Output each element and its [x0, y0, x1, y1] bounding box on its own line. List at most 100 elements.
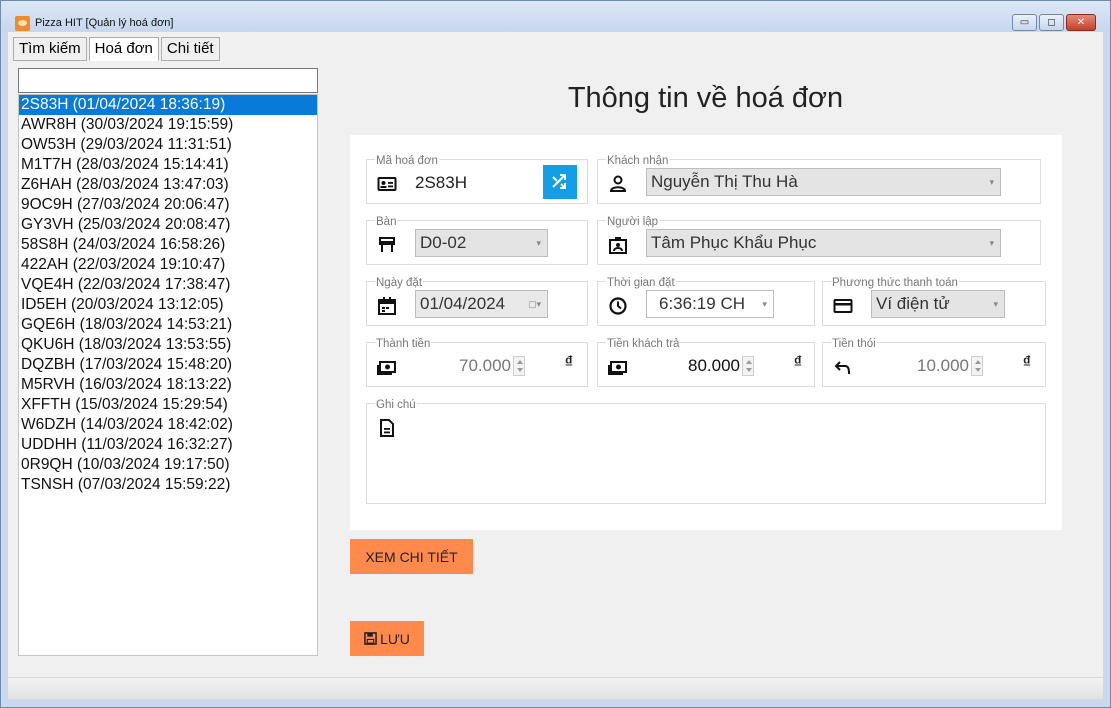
tab-tim-kiem[interactable]: Tìm kiếm: [13, 37, 87, 61]
thanh-tien-field: Thành tiền 70.000 ₫: [366, 338, 588, 387]
khach-nhan-label: Khách nhận: [606, 155, 670, 167]
undo-arrow-icon: [833, 357, 853, 377]
list-item[interactable]: DQZBH (17/03/2024 15:48:20): [19, 355, 317, 375]
calendar-icon: [377, 296, 397, 316]
list-item[interactable]: 422AH (22/03/2024 19:10:47): [19, 255, 317, 275]
list-item[interactable]: 9OC9H (27/03/2024 20:06:47): [19, 195, 317, 215]
nguoi-lap-combo[interactable]: Tâm Phục Khẩu Phục ▾: [646, 229, 1001, 257]
invoice-search-input[interactable]: [18, 68, 318, 93]
dong-currency-icon: ₫: [564, 354, 573, 371]
list-item[interactable]: M5RVH (16/03/2024 18:13:22): [19, 375, 317, 395]
khach-nhan-value: Nguyễn Thị Thu Hà: [651, 172, 798, 191]
tab-strip: Tìm kiếm Hoá đơn Chi tiết: [13, 37, 222, 61]
list-item[interactable]: W6DZH (14/03/2024 18:42:02): [19, 415, 317, 435]
list-item[interactable]: M1T7H (28/03/2024 15:14:41): [19, 155, 317, 175]
document-icon: [377, 418, 397, 438]
phuong-thuc-field: Phương thức thanh toán Ví điện tử ▾: [822, 277, 1046, 326]
xem-chi-tiet-label: XEM CHI TIẾT: [365, 548, 458, 565]
nguoi-lap-field: Người lập Tâm Phục Khẩu Phục ▾: [597, 216, 1041, 265]
tien-khach-tra-value: 80.000: [688, 356, 740, 375]
close-button[interactable]: ✕: [1066, 14, 1096, 31]
ma-hoa-don-label: Mã hoá đơn: [375, 155, 439, 167]
credit-card-icon: [833, 296, 853, 316]
chevron-down-icon: ▾: [989, 238, 994, 248]
list-item[interactable]: UDDHH (11/03/2024 16:32:27): [19, 435, 317, 455]
phuong-thuc-label: Phương thức thanh toán: [831, 277, 959, 289]
chevron-down-icon: ▾: [536, 238, 541, 248]
thoi-gian-dat-label: Thời gian đặt: [606, 277, 676, 289]
thoi-gian-dat-picker[interactable]: 6:36:19 CH ▾: [646, 290, 774, 318]
tien-thoi-value: 10.000: [917, 356, 969, 375]
tien-khach-tra-field: Tiền khách trả 80.000 ₫: [597, 338, 815, 387]
window-title: Pizza HIT [Quản lý hoá đơn]: [35, 17, 174, 29]
ghi-chu-label: Ghi chú: [375, 399, 417, 411]
xem-chi-tiet-button[interactable]: XEM CHI TIẾT: [350, 539, 473, 574]
tien-thoi-label: Tiền thói: [831, 338, 877, 350]
tien-khach-tra-spinner[interactable]: [742, 356, 754, 376]
list-item[interactable]: GQE6H (18/03/2024 14:53:21): [19, 315, 317, 335]
shuffle-icon: [552, 174, 566, 189]
ghi-chu-field[interactable]: Ghi chú: [366, 399, 1046, 504]
save-button[interactable]: LƯU: [350, 621, 424, 656]
khach-nhan-combo[interactable]: Nguyễn Thị Thu Hà ▾: [646, 168, 1001, 196]
app-window: Pizza HIT [Quản lý hoá đơn] ▭ ◻ ✕ Tìm ki…: [0, 0, 1111, 708]
ban-value: D0-02: [420, 233, 467, 252]
ma-hoa-don-field: Mã hoá đơn 2S83H: [366, 155, 588, 204]
money-icon: [608, 357, 628, 377]
clock-icon: [608, 296, 628, 316]
save-disk-icon: [364, 632, 377, 645]
invoice-listbox[interactable]: 2S83H (01/04/2024 18:36:19) AWR8H (30/03/…: [18, 94, 318, 656]
money-icon: [377, 357, 397, 377]
chevron-down-icon: ▾: [993, 299, 998, 309]
list-item[interactable]: 2S83H (01/04/2024 18:36:19): [19, 95, 317, 115]
dong-currency-icon: ₫: [1022, 354, 1031, 371]
list-item[interactable]: VQE4H (22/03/2024 17:38:47): [19, 275, 317, 295]
list-item[interactable]: AWR8H (30/03/2024 19:15:59): [19, 115, 317, 135]
ngay-dat-field: Ngày đặt 01/04/2024 ▢▾: [366, 277, 588, 326]
chevron-down-icon: ▾: [989, 177, 994, 187]
title-bar[interactable]: Pizza HIT [Quản lý hoá đơn] ▭ ◻ ✕: [1, 1, 1110, 31]
window-controls: ▭ ◻ ✕: [1010, 14, 1096, 31]
dong-currency-icon: ₫: [793, 354, 802, 371]
list-item[interactable]: Z6HAH (28/03/2024 13:47:03): [19, 175, 317, 195]
thoi-gian-dat-field: Thời gian đặt 6:36:19 CH ▾: [597, 277, 815, 326]
ma-hoa-don-value: 2S83H: [415, 173, 467, 192]
generate-code-button[interactable]: [543, 165, 577, 199]
list-item[interactable]: QKU6H (18/03/2024 13:53:55): [19, 335, 317, 355]
status-bar: [8, 677, 1103, 699]
list-item[interactable]: GY3VH (25/03/2024 20:08:47): [19, 215, 317, 235]
ban-field: Bàn D0-02 ▾: [366, 216, 588, 265]
phuong-thuc-combo[interactable]: Ví điện tử ▾: [871, 290, 1005, 318]
thanh-tien-value: 70.000: [459, 356, 511, 375]
invoice-info-panel: Mã hoá đơn 2S83H Khách nhận Nguyễn Thị T…: [350, 135, 1062, 530]
thanh-tien-spinner[interactable]: [513, 356, 525, 376]
tien-thoi-spinner[interactable]: [971, 356, 983, 376]
list-item[interactable]: ID5EH (20/03/2024 13:12:05): [19, 295, 317, 315]
nguoi-lap-value: Tâm Phục Khẩu Phục: [651, 233, 817, 252]
list-item[interactable]: OW53H (29/03/2024 11:31:51): [19, 135, 317, 155]
maximize-button[interactable]: ◻: [1039, 14, 1064, 31]
client-area: Tìm kiếm Hoá đơn Chi tiết 2S83H (01/04/2…: [8, 32, 1103, 699]
list-item[interactable]: 58S8H (24/03/2024 16:58:26): [19, 235, 317, 255]
ngay-dat-label: Ngày đặt: [375, 277, 424, 289]
table-icon: [377, 235, 397, 255]
list-item[interactable]: TSNSH (07/03/2024 15:59:22): [19, 475, 317, 495]
id-card-icon: [377, 174, 397, 194]
page-title: Thông tin về hoá đơn: [567, 82, 844, 114]
tab-chi-tiet[interactable]: Chi tiết: [160, 37, 220, 61]
list-item[interactable]: 0R9QH (10/03/2024 19:17:50): [19, 455, 317, 475]
ban-combo[interactable]: D0-02 ▾: [415, 229, 548, 257]
ngay-dat-value: 01/04/2024: [420, 294, 506, 313]
ngay-dat-picker[interactable]: 01/04/2024 ▢▾: [415, 290, 548, 318]
thanh-tien-label: Thành tiền: [375, 338, 432, 350]
list-item[interactable]: XFFTH (15/03/2024 15:29:54): [19, 395, 317, 415]
chevron-down-icon: ▾: [762, 299, 767, 309]
khach-nhan-field: Khách nhận Nguyễn Thị Thu Hà ▾: [597, 155, 1041, 204]
tab-hoa-don[interactable]: Hoá đơn: [88, 37, 159, 61]
tien-thoi-field: Tiền thói 10.000 ₫: [822, 338, 1046, 387]
minimize-button[interactable]: ▭: [1012, 14, 1037, 31]
nguoi-lap-label: Người lập: [606, 216, 660, 228]
phuong-thuc-value: Ví điện tử: [876, 294, 950, 313]
person-icon: [608, 174, 628, 194]
tien-khach-tra-label: Tiền khách trả: [606, 338, 681, 350]
